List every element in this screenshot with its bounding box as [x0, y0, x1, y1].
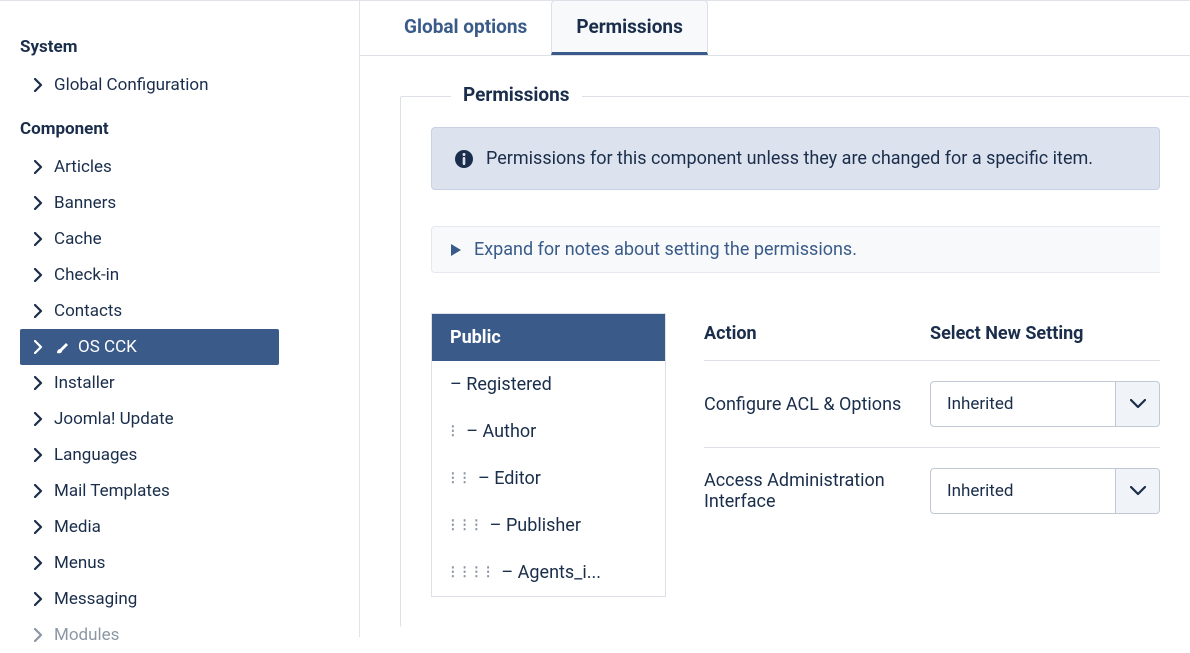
info-icon [454, 149, 474, 169]
sidebar-item-menus[interactable]: Menus [20, 545, 279, 581]
sidebar-item-check-in[interactable]: Check-in [20, 257, 279, 293]
sidebar-item-label: Mail Templates [54, 481, 170, 501]
group-label: – Registered [450, 374, 552, 395]
group-publisher[interactable]: ⁝⁝⁝ – Publisher [432, 502, 665, 549]
sidebar-heading-component: Component [20, 119, 359, 139]
tree-dots-icon: ⁝ [462, 515, 470, 536]
expand-notes-toggle[interactable]: Expand for notes about setting the permi… [431, 226, 1160, 273]
chevron-right-icon [30, 78, 46, 92]
sidebar-item-label: Modules [54, 625, 119, 645]
info-text: Permissions for this component unless th… [486, 148, 1093, 169]
chevron-down-icon [1115, 469, 1159, 513]
chevron-right-icon [30, 628, 46, 642]
select-value: Inherited [931, 469, 1115, 513]
setting-select[interactable]: Inherited [930, 468, 1160, 514]
panel-legend: Permissions [451, 83, 582, 106]
group-agents[interactable]: ⁝⁝⁝⁝ – Agents_i... [432, 549, 665, 596]
header-setting: Select New Setting [930, 323, 1160, 344]
sidebar-item-label: Cache [54, 229, 102, 249]
group-public[interactable]: Public [432, 314, 665, 361]
sidebar-item-installer[interactable]: Installer [20, 365, 279, 401]
chevron-right-icon [30, 448, 46, 462]
tree-dots-icon: ⁝ [462, 562, 470, 583]
permissions-panel: Permissions Permissions for this compone… [400, 96, 1190, 627]
sidebar-item-label: Check-in [54, 265, 119, 285]
group-label: – Publisher [490, 515, 581, 536]
chevron-right-icon [30, 160, 46, 174]
main-content: Global options Permissions Permissions P… [360, 1, 1190, 637]
tree-dots-icon: ⁝ [450, 562, 458, 583]
sidebar-item-label: Languages [54, 445, 137, 465]
group-label: – Editor [478, 468, 541, 489]
group-label: – Agents_i... [501, 562, 601, 583]
expand-text: Expand for notes about setting the permi… [474, 239, 857, 260]
actions-table: Action Select New Setting Configure ACL … [704, 313, 1160, 597]
group-label: Public [450, 327, 501, 348]
select-value: Inherited [931, 382, 1115, 426]
sidebar-item-mail-templates[interactable]: Mail Templates [20, 473, 279, 509]
actions-header: Action Select New Setting [704, 313, 1160, 361]
info-box: Permissions for this component unless th… [431, 127, 1160, 190]
header-action: Action [704, 323, 930, 344]
sidebar-item-label: Articles [54, 157, 112, 177]
tree-dots-icon: ⁝ [450, 515, 458, 536]
chevron-down-icon [1115, 382, 1159, 426]
action-row: Configure ACL & Options Inherited [704, 361, 1160, 448]
sidebar-item-joomla-update[interactable]: Joomla! Update [20, 401, 279, 437]
triangle-right-icon [450, 243, 462, 257]
user-groups-list: Public – Registered ⁝ – Author ⁝⁝ – Edit… [431, 313, 666, 597]
sidebar-item-label: Global Configuration [54, 75, 209, 95]
group-author[interactable]: ⁝ – Author [432, 408, 665, 455]
sidebar-item-label: OS CCK [78, 337, 137, 357]
tree-dots-icon: ⁝ [450, 468, 458, 489]
chevron-right-icon [30, 520, 46, 534]
sidebar-item-cache[interactable]: Cache [20, 221, 279, 257]
chevron-right-icon [30, 592, 46, 606]
action-label: Configure ACL & Options [704, 394, 930, 415]
brush-icon [54, 338, 72, 356]
sidebar-item-label: Media [54, 517, 101, 537]
sidebar-item-modules[interactable]: Modules [20, 617, 279, 653]
setting-select[interactable]: Inherited [930, 381, 1160, 427]
sidebar-item-label: Contacts [54, 301, 122, 321]
sidebar-item-label: Messaging [54, 589, 137, 609]
sidebar-item-label: Menus [54, 553, 105, 573]
chevron-right-icon [30, 340, 46, 354]
tree-dots-icon: ⁝ [450, 421, 458, 442]
tabs: Global options Permissions [360, 1, 1190, 56]
chevron-right-icon [30, 484, 46, 498]
chevron-right-icon [30, 304, 46, 318]
tab-global-options[interactable]: Global options [380, 1, 551, 55]
tab-permissions[interactable]: Permissions [551, 0, 708, 55]
sidebar-item-contacts[interactable]: Contacts [20, 293, 279, 329]
chevron-right-icon [30, 268, 46, 282]
action-label: Access Administration Interface [704, 470, 930, 512]
tree-dots-icon: ⁝ [462, 468, 470, 489]
sidebar-item-global-configuration[interactable]: Global Configuration [20, 67, 279, 103]
sidebar: System Global Configuration Component Ar… [0, 1, 360, 637]
chevron-right-icon [30, 196, 46, 210]
action-row: Access Administration Interface Inherite… [704, 448, 1160, 534]
sidebar-item-messaging[interactable]: Messaging [20, 581, 279, 617]
sidebar-item-media[interactable]: Media [20, 509, 279, 545]
tree-dots-icon: ⁝ [473, 562, 481, 583]
group-editor[interactable]: ⁝⁝ – Editor [432, 455, 665, 502]
sidebar-item-articles[interactable]: Articles [20, 149, 279, 185]
chevron-right-icon [30, 556, 46, 570]
chevron-right-icon [30, 412, 46, 426]
sidebar-item-banners[interactable]: Banners [20, 185, 279, 221]
group-registered[interactable]: – Registered [432, 361, 665, 408]
tree-dots-icon: ⁝ [485, 562, 493, 583]
sidebar-item-os-cck[interactable]: OS CCK [20, 329, 279, 365]
group-label: – Author [466, 421, 536, 442]
chevron-right-icon [30, 376, 46, 390]
sidebar-item-label: Installer [54, 373, 115, 393]
chevron-right-icon [30, 232, 46, 246]
sidebar-item-label: Banners [54, 193, 116, 213]
sidebar-item-languages[interactable]: Languages [20, 437, 279, 473]
sidebar-heading-system: System [20, 37, 359, 57]
tree-dots-icon: ⁝ [473, 515, 481, 536]
sidebar-item-label: Joomla! Update [54, 409, 174, 429]
